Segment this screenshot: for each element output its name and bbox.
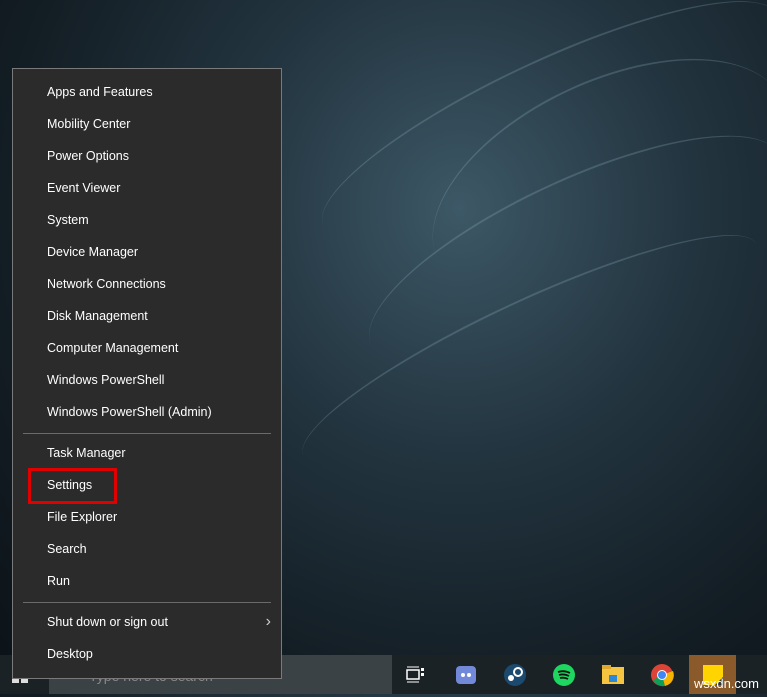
- menu-separator: [23, 433, 271, 434]
- menu-item-label: Desktop: [47, 647, 93, 661]
- menu-item-label: Disk Management: [47, 309, 148, 323]
- menu-item-windows-powershell-admin[interactable]: Windows PowerShell (Admin): [13, 396, 281, 428]
- menu-item-label: Power Options: [47, 149, 129, 163]
- steam-icon[interactable]: [499, 659, 531, 691]
- menu-item-label: Windows PowerShell: [47, 373, 165, 387]
- menu-item-label: Event Viewer: [47, 181, 121, 195]
- menu-item-task-manager[interactable]: Task Manager: [13, 437, 281, 469]
- spotify-icon[interactable]: [548, 659, 580, 691]
- file-explorer-icon[interactable]: [597, 659, 629, 691]
- menu-item-apps-and-features[interactable]: Apps and Features: [13, 76, 281, 108]
- menu-item-label: Apps and Features: [47, 85, 153, 99]
- menu-item-shut-down-or-sign-out[interactable]: Shut down or sign out ›: [13, 606, 281, 638]
- menu-item-file-explorer[interactable]: File Explorer: [13, 501, 281, 533]
- menu-item-power-options[interactable]: Power Options: [13, 140, 281, 172]
- menu-item-label: Mobility Center: [47, 117, 131, 131]
- settings-highlight-box: [28, 468, 117, 504]
- menu-item-network-connections[interactable]: Network Connections: [13, 268, 281, 300]
- menu-item-label: Windows PowerShell (Admin): [47, 405, 212, 419]
- menu-item-label: System: [47, 213, 89, 227]
- menu-item-label: Shut down or sign out: [47, 615, 168, 629]
- chrome-icon[interactable]: [646, 659, 678, 691]
- menu-item-run[interactable]: Run: [13, 565, 281, 597]
- task-view-icon[interactable]: [400, 659, 432, 691]
- watermark: wsxdn.com: [693, 676, 759, 691]
- menu-item-device-manager[interactable]: Device Manager: [13, 236, 281, 268]
- menu-item-disk-management[interactable]: Disk Management: [13, 300, 281, 332]
- menu-item-label: Task Manager: [47, 446, 126, 460]
- menu-item-label: Run: [47, 574, 70, 588]
- menu-separator: [23, 602, 271, 603]
- menu-item-label: Search: [47, 542, 87, 556]
- menu-item-mobility-center[interactable]: Mobility Center: [13, 108, 281, 140]
- menu-item-windows-powershell[interactable]: Windows PowerShell: [13, 364, 281, 396]
- discord-icon[interactable]: [450, 659, 482, 691]
- chevron-right-icon: ›: [265, 613, 271, 630]
- menu-item-label: Network Connections: [47, 277, 166, 291]
- menu-item-label: Computer Management: [47, 341, 179, 355]
- winx-context-menu: Apps and Features Mobility Center Power Op…: [12, 68, 282, 679]
- menu-item-label: File Explorer: [47, 510, 118, 524]
- menu-item-event-viewer[interactable]: Event Viewer: [13, 172, 281, 204]
- menu-item-desktop[interactable]: Desktop: [13, 638, 281, 670]
- menu-item-label: Device Manager: [47, 245, 139, 259]
- menu-item-search[interactable]: Search: [13, 533, 281, 565]
- menu-item-system[interactable]: System: [13, 204, 281, 236]
- menu-item-computer-management[interactable]: Computer Management: [13, 332, 281, 364]
